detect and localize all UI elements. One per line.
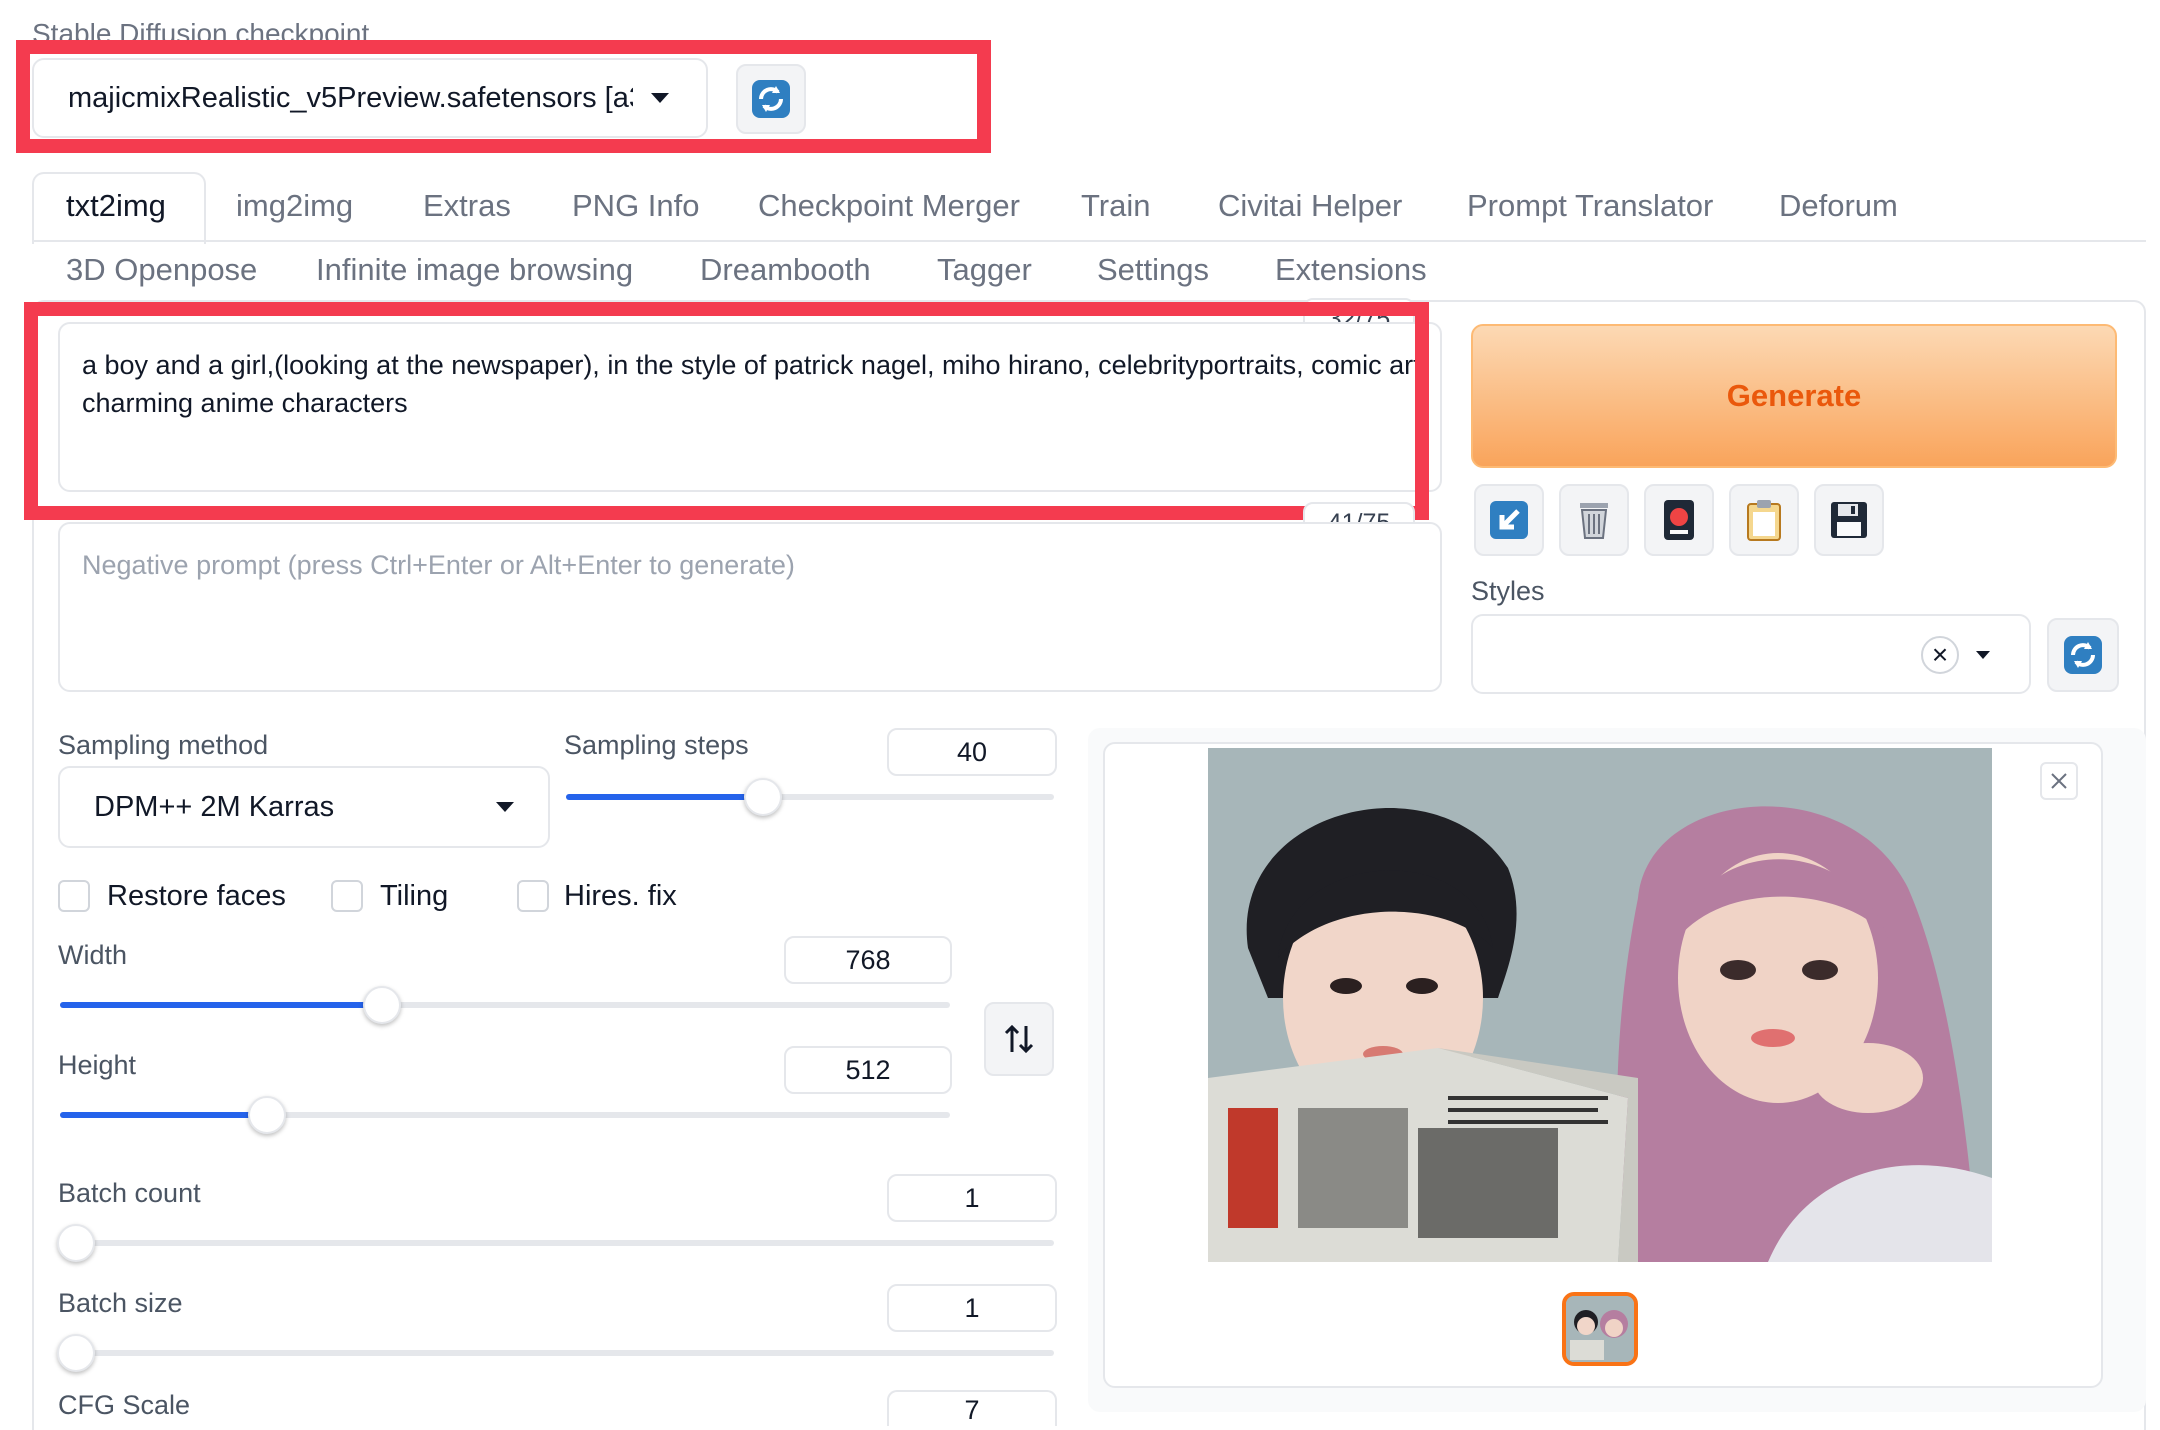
cfg-scale-label: CFG Scale [58,1390,191,1420]
tab-dreambooth[interactable]: Dreambooth [700,252,871,288]
slider-fill [566,794,762,800]
sampling-method-value: DPM++ 2M Karras [94,790,335,823]
clear-prompt-button[interactable] [1559,484,1629,556]
chevron-down-icon [1976,651,1990,659]
refresh-checkpoint-button[interactable] [736,64,806,134]
tab-extensions[interactable]: Extensions [1275,252,1427,288]
slider-fill [60,1002,381,1008]
refresh-icon [2064,636,2102,674]
tab-txt2img[interactable]: txt2img [66,188,166,224]
tab-divider [32,240,2146,242]
batch-count-input[interactable]: 1 [887,1174,1057,1222]
restore-faces-label: Restore faces [107,880,286,912]
generated-image[interactable] [1208,748,1992,1262]
tab-infinite-image-browsing[interactable]: Infinite image browsing [316,252,633,288]
trash-icon [1580,503,1608,539]
negative-prompt-placeholder: Negative prompt (press Ctrl+Enter or Alt… [82,550,795,580]
prompt-line-2: charming anime characters [82,388,408,418]
gallery-thumbnail[interactable] [1562,1292,1638,1366]
apply-style-button[interactable] [1729,484,1799,556]
sampling-steps-input[interactable]: 40 [887,728,1057,776]
checkpoint-label: Stable Diffusion checkpoint [32,18,370,49]
prompt-line-1: a boy and a girl,(looking at the newspap… [82,350,1429,380]
refresh-icon [752,80,790,118]
batch-count-slider[interactable] [57,1224,1054,1262]
tab-deforum[interactable]: Deforum [1779,188,1898,224]
sampling-steps-slider[interactable] [566,778,1054,816]
batch-size-label: Batch size [58,1288,183,1318]
width-input[interactable]: 768 [784,936,952,984]
height-label: Height [58,1050,137,1080]
hires-fix-label: Hires. fix [564,880,677,912]
sampling-method-label: Sampling method [58,730,269,760]
tab-3d-openpose[interactable]: 3D Openpose [66,252,257,288]
batch-size-slider[interactable] [57,1334,1054,1372]
checkpoint-dropdown[interactable]: majicmixRealistic_v5Preview.safetensors … [32,58,708,138]
checkpoint-value: majicmixRealistic_v5Preview.safetensors … [68,81,633,114]
tab-civitai-helper[interactable]: Civitai Helper [1218,188,1402,224]
refresh-styles-button[interactable] [2047,618,2119,692]
clipboard-icon [1747,500,1781,541]
width-label: Width [58,940,128,970]
save-icon [1831,502,1867,538]
styles-label: Styles [1471,576,1545,606]
tab-extras[interactable]: Extras [423,188,511,224]
sampling-method-dropdown[interactable]: DPM++ 2M Karras [58,766,550,848]
tab-tagger[interactable]: Tagger [937,252,1032,288]
show-extra-networks-button[interactable] [1644,484,1714,556]
arrow-icon [1490,501,1528,539]
tab-train[interactable]: Train [1081,188,1150,224]
height-input[interactable]: 512 [784,1046,952,1094]
generate-button[interactable]: Generate [1471,324,2117,468]
prompt-input[interactable]: a boy and a girl,(looking at the newspap… [58,322,1442,492]
save-style-button[interactable] [1814,484,1884,556]
tab-png-info[interactable]: PNG Info [572,188,700,224]
thumbnail-image [1566,1296,1634,1362]
tab-img2img[interactable]: img2img [236,188,353,224]
negative-prompt-input[interactable]: Negative prompt (press Ctrl+Enter or Alt… [58,522,1442,692]
slider-thumb[interactable] [744,778,783,816]
swap-dimensions-button[interactable] [984,1002,1054,1076]
cfg-scale-input[interactable]: 7 [887,1390,1057,1426]
slider-fill [60,1112,265,1118]
tiling-checkbox[interactable] [331,880,363,912]
close-gallery-button[interactable] [2040,762,2078,800]
width-slider[interactable] [60,986,950,1024]
slider-thumb[interactable] [57,1224,95,1262]
red-card-icon [1664,500,1694,540]
sampling-steps-label: Sampling steps [564,730,749,760]
batch-count-label: Batch count [58,1178,201,1208]
chevron-down-icon [651,93,669,103]
close-icon [2051,773,2067,789]
slider-thumb[interactable] [57,1334,95,1372]
clear-styles-icon[interactable]: × [1921,636,1959,674]
read-params-button[interactable] [1474,484,1544,556]
tiling-label: Tiling [380,880,449,912]
hires-fix-checkbox[interactable] [517,880,549,912]
tab-settings[interactable]: Settings [1097,252,1209,288]
swap-arrows-icon [1004,1024,1034,1054]
tab-prompt-translator[interactable]: Prompt Translator [1467,188,1713,224]
chevron-down-icon [496,802,514,812]
height-slider[interactable] [60,1096,950,1134]
restore-faces-checkbox[interactable] [58,880,90,912]
tab-checkpoint-merger[interactable]: Checkpoint Merger [758,188,1020,224]
batch-size-input[interactable]: 1 [887,1284,1057,1332]
slider-thumb[interactable] [247,1096,286,1134]
styles-dropdown[interactable]: × [1471,614,2031,694]
